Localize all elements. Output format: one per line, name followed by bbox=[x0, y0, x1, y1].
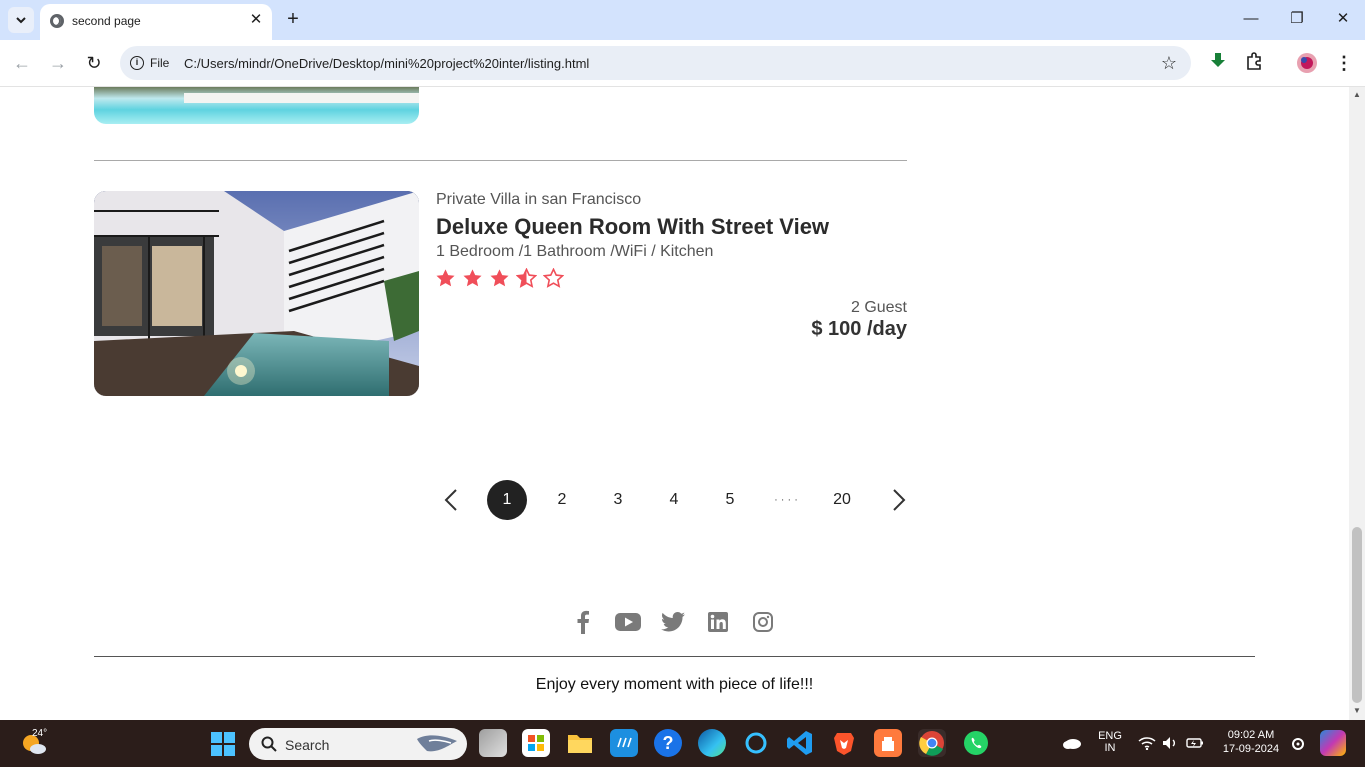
clock[interactable]: 09:02 AM 17-09-2024 bbox=[1218, 729, 1284, 755]
star-full-icon bbox=[463, 269, 482, 287]
address-bar[interactable]: i File C:/Users/mindr/OneDrive/Desktop/m… bbox=[120, 46, 1191, 80]
social-links bbox=[570, 609, 776, 635]
myhp-icon[interactable] bbox=[610, 729, 638, 757]
copilot-icon[interactable] bbox=[1320, 730, 1346, 756]
battery-icon[interactable] bbox=[1186, 736, 1204, 750]
footer-divider bbox=[94, 656, 1255, 657]
chevron-left-icon[interactable] bbox=[440, 488, 464, 512]
restore-button[interactable]: ❐ bbox=[1286, 8, 1308, 30]
search-icon bbox=[261, 736, 277, 752]
star-empty-icon bbox=[543, 268, 564, 288]
site-info-chip[interactable]: i File bbox=[126, 51, 177, 75]
taskbar-search[interactable]: Search bbox=[249, 728, 467, 760]
minimize-button[interactable]: — bbox=[1240, 8, 1262, 30]
globe-icon bbox=[50, 14, 64, 28]
microsoft-store-icon[interactable] bbox=[522, 729, 550, 757]
back-button[interactable]: ← bbox=[11, 52, 33, 74]
listing-price: $ 100 /day bbox=[811, 318, 907, 340]
page-button-2[interactable]: 2 bbox=[542, 480, 582, 520]
close-window-button[interactable]: ✕ bbox=[1332, 8, 1354, 30]
page-button-20[interactable]: 20 bbox=[822, 480, 862, 520]
star-rating bbox=[435, 268, 564, 292]
listing-divider bbox=[94, 160, 907, 161]
page-viewport: Private Villa in san Francisco Deluxe Qu… bbox=[0, 87, 1349, 720]
star-half-icon bbox=[516, 268, 537, 288]
instagram-icon[interactable] bbox=[750, 610, 776, 634]
wifi-icon[interactable] bbox=[1138, 736, 1156, 750]
chevron-down-icon bbox=[16, 17, 26, 24]
search-placeholder: Search bbox=[285, 737, 330, 753]
region-code: IN bbox=[1104, 742, 1116, 754]
previous-listing-image[interactable] bbox=[94, 87, 419, 124]
star-full-icon bbox=[436, 269, 455, 287]
browser-toolbar: ← → ↻ i File C:/Users/mindr/OneDrive/Des… bbox=[0, 40, 1365, 87]
scroll-up-arrow[interactable]: ▲ bbox=[1352, 90, 1362, 99]
search-highlight-icon bbox=[417, 735, 457, 752]
installer-app-icon[interactable] bbox=[874, 729, 902, 757]
twitter-icon[interactable] bbox=[660, 610, 686, 634]
task-view-icon[interactable] bbox=[479, 729, 507, 757]
tab-active[interactable]: second page ✕ bbox=[40, 4, 272, 40]
listing-image[interactable] bbox=[94, 191, 419, 396]
tab-strip: second page ✕ + — ❐ ✕ bbox=[0, 0, 1365, 40]
start-button[interactable] bbox=[210, 731, 236, 757]
page-button-5[interactable]: 5 bbox=[710, 480, 750, 520]
temperature: 24° bbox=[32, 728, 48, 739]
guest-count: 2 Guest bbox=[850, 299, 907, 316]
page-scrollbar[interactable]: ▲ ▼ bbox=[1349, 87, 1365, 720]
listing-title[interactable]: Deluxe Queen Room With Street View bbox=[436, 214, 829, 240]
cortana-icon[interactable] bbox=[742, 729, 770, 757]
star-full-icon bbox=[490, 269, 509, 287]
page-button-1[interactable]: 1 bbox=[487, 480, 527, 520]
close-tab-icon[interactable]: ✕ bbox=[248, 12, 264, 28]
info-icon: i bbox=[130, 56, 144, 70]
site-info-label: File bbox=[150, 56, 170, 70]
url-text[interactable]: C:/Users/mindr/OneDrive/Desktop/mini%20p… bbox=[184, 56, 589, 71]
tab-search-button[interactable] bbox=[8, 7, 34, 33]
scroll-down-arrow[interactable]: ▼ bbox=[1352, 706, 1362, 715]
brave-icon[interactable] bbox=[830, 729, 858, 757]
facebook-icon[interactable] bbox=[570, 610, 596, 634]
file-explorer-icon[interactable] bbox=[566, 729, 594, 757]
bookmark-star-icon[interactable]: ☆ bbox=[1161, 53, 1177, 73]
new-tab-button[interactable]: + bbox=[282, 8, 304, 30]
extensions-icon[interactable] bbox=[1243, 52, 1265, 74]
listing-features: 1 Bedroom /1 Bathroom /WiFi / Kitchen bbox=[436, 243, 714, 260]
profile-avatar[interactable] bbox=[1296, 52, 1318, 74]
volume-icon[interactable] bbox=[1162, 736, 1178, 750]
onedrive-icon[interactable] bbox=[1062, 736, 1082, 750]
footer-tagline: Enjoy every moment with piece of life!!! bbox=[535, 676, 814, 693]
help-icon[interactable]: ? bbox=[654, 729, 682, 757]
menu-kebab-icon[interactable]: ⋮ bbox=[1333, 52, 1355, 74]
page-button-3[interactable]: 3 bbox=[598, 480, 638, 520]
language-indicator[interactable]: ENG IN bbox=[1095, 730, 1125, 754]
pagination: 1 2 3 4 5 · · · · 20 bbox=[440, 480, 910, 520]
language-code: ENG bbox=[1098, 730, 1122, 742]
chevron-right-icon[interactable] bbox=[886, 488, 910, 512]
notification-gear-icon[interactable] bbox=[1290, 736, 1306, 752]
chrome-icon[interactable] bbox=[918, 729, 946, 757]
download-icon[interactable] bbox=[1207, 52, 1229, 74]
scroll-thumb[interactable] bbox=[1352, 527, 1362, 703]
linkedin-icon[interactable] bbox=[705, 610, 731, 634]
whatsapp-icon[interactable] bbox=[962, 729, 990, 757]
tab-title: second page bbox=[72, 14, 141, 28]
forward-button[interactable]: → bbox=[47, 52, 69, 74]
page-ellipsis: · · · · bbox=[774, 494, 798, 506]
windows-taskbar: 24° Search ? ENG IN 09:02 AM 17-09-2024 bbox=[0, 720, 1365, 767]
listing-location: Private Villa in san Francisco bbox=[436, 191, 642, 208]
clock-time: 09:02 AM bbox=[1227, 729, 1275, 741]
vscode-icon[interactable] bbox=[786, 729, 814, 757]
reload-button[interactable]: ↻ bbox=[83, 52, 105, 74]
edge-icon[interactable] bbox=[698, 729, 726, 757]
youtube-icon[interactable] bbox=[615, 610, 641, 634]
page-button-4[interactable]: 4 bbox=[654, 480, 694, 520]
clock-date: 17-09-2024 bbox=[1222, 743, 1280, 755]
